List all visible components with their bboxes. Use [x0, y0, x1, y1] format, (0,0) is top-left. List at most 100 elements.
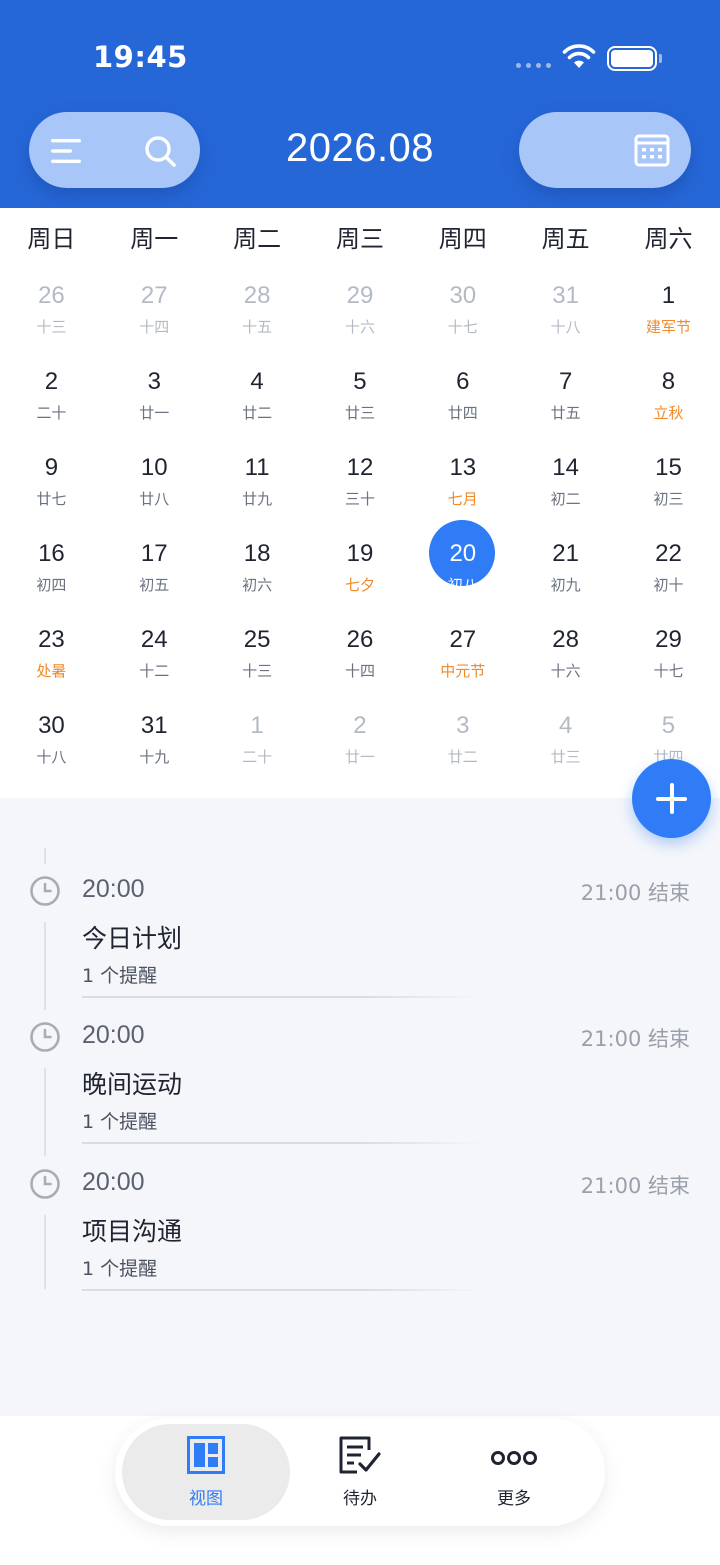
weekday-label: 周五 — [541, 224, 590, 253]
event-reminder: 1 个提醒 — [82, 1111, 158, 1133]
calendar-day[interactable]: 6 廿四 — [411, 364, 514, 450]
day-lunar-label: 初五 — [139, 576, 170, 594]
event-item[interactable]: 20:00 21:00 结束 晚间运动 1 个提醒 — [0, 1021, 720, 1168]
calendar-icon[interactable] — [634, 133, 670, 167]
calendar-day[interactable]: 15 初三 — [617, 450, 720, 536]
calendar-day[interactable]: 30 十七 — [411, 278, 514, 364]
day-lunar-label: 廿四 — [447, 404, 478, 422]
month-calendar: 周日 周一 周二 周三 周四 周五 周六 26 十三 27 十四 28 十五 29 十六 30 十… — [0, 208, 720, 798]
calendar-day[interactable]: 1 建军节 — [617, 278, 720, 364]
day-lunar-label: 廿九 — [242, 490, 273, 508]
calendar-day[interactable]: 25 十三 — [206, 622, 309, 708]
day-lunar-label: 十八 — [550, 318, 581, 336]
calendar-day[interactable]: 31 十八 — [514, 278, 617, 364]
calendar-day[interactable]: 17 初五 — [103, 536, 206, 622]
day-number: 5 — [661, 712, 676, 739]
calendar-day-selected[interactable]: 20 初八 — [411, 520, 514, 622]
day-number: 21 — [552, 540, 579, 567]
calendar-day[interactable]: 4 廿二 — [206, 364, 309, 450]
day-lunar-label: 廿五 — [550, 404, 581, 422]
calendar-day[interactable]: 22 初十 — [617, 536, 720, 622]
calendar-day[interactable]: 4 廿三 — [514, 708, 617, 794]
nav-tab-todo[interactable]: 待办 — [300, 1436, 420, 1509]
day-number: 6 — [456, 368, 470, 395]
calendar-day[interactable]: 23 处暑 — [0, 622, 103, 708]
calendar-pill[interactable] — [519, 112, 691, 188]
calendar-day[interactable]: 5 廿三 — [309, 364, 412, 450]
day-number: 16 — [38, 540, 65, 567]
calendar-day[interactable]: 24 十二 — [103, 622, 206, 708]
day-lunar-label: 廿一 — [139, 404, 170, 422]
calendar-day[interactable]: 30 十八 — [0, 708, 103, 794]
event-item[interactable]: 20:00 21:00 结束 项目沟通 1 个提醒 — [0, 1168, 720, 1315]
day-number: 30 — [38, 712, 65, 739]
calendar-day[interactable]: 16 初四 — [0, 536, 103, 622]
day-number: 2 — [353, 712, 367, 739]
day-lunar-label: 十四 — [139, 318, 170, 336]
timeline-line — [44, 848, 46, 864]
calendar-day[interactable]: 26 十三 — [0, 278, 103, 364]
day-number: 28 — [552, 626, 579, 653]
calendar-day[interactable]: 18 初六 — [206, 536, 309, 622]
event-end-time: 21:00 结束 — [580, 1174, 690, 1198]
add-event-button[interactable] — [632, 759, 711, 838]
day-lunar-label: 廿一 — [344, 748, 375, 766]
day-number: 4 — [250, 368, 264, 395]
todo-icon — [339, 1436, 381, 1474]
calendar-day[interactable]: 26 十四 — [309, 622, 412, 708]
cellular-signal-icon — [516, 63, 551, 68]
calendar-day[interactable]: 11 廿九 — [206, 450, 309, 536]
calendar-day[interactable]: 10 廿八 — [103, 450, 206, 536]
day-lunar-label: 十六 — [550, 662, 581, 680]
day-number: 11 — [244, 454, 270, 481]
day-number: 13 — [449, 454, 477, 481]
event-start-time: 20:00 — [82, 875, 145, 903]
calendar-day[interactable]: 28 十六 — [514, 622, 617, 708]
nav-tab-more[interactable]: 更多 — [454, 1436, 574, 1509]
calendar-day[interactable]: 2 廿一 — [309, 708, 412, 794]
event-reminder: 1 个提醒 — [82, 1258, 158, 1280]
day-number: 1 — [250, 712, 264, 739]
day-number: 17 — [140, 540, 168, 567]
nav-label: 待办 — [343, 1489, 377, 1509]
day-number: 22 — [655, 540, 682, 567]
weekday-label: 周二 — [233, 224, 282, 253]
calendar-day[interactable]: 9 廿七 — [0, 450, 103, 536]
calendar-day[interactable]: 28 十五 — [206, 278, 309, 364]
status-time: 19:45 — [93, 40, 188, 74]
calendar-day[interactable]: 27 中元节 — [411, 622, 514, 708]
calendar-day[interactable]: 7 廿五 — [514, 364, 617, 450]
calendar-day[interactable]: 19 七夕 — [309, 536, 412, 622]
calendar-day[interactable]: 1 二十 — [206, 708, 309, 794]
calendar-day[interactable]: 8 立秋 — [617, 364, 720, 450]
more-icon — [491, 1451, 537, 1465]
calendar-day[interactable]: 12 三十 — [309, 450, 412, 536]
calendar-day[interactable]: 29 十六 — [309, 278, 412, 364]
day-lunar-label: 十七 — [653, 662, 684, 680]
calendar-day[interactable]: 31 十九 — [103, 708, 206, 794]
day-number: 20 — [449, 540, 477, 567]
day-festival-label: 中元节 — [440, 662, 486, 680]
calendar-week-row: 23 处暑 24 十二 25 十三 26 十四 27 中元节 28 十六 29 十七 — [0, 622, 720, 708]
nav-tab-view[interactable]: 视图 — [146, 1436, 266, 1509]
event-item[interactable]: 20:00 21:00 结束 今日计划 1 个提醒 — [0, 875, 720, 1022]
calendar-day[interactable]: 14 初二 — [514, 450, 617, 536]
weekday-label: 周一 — [130, 224, 179, 253]
calendar-day[interactable]: 27 十四 — [103, 278, 206, 364]
calendar-day[interactable]: 3 廿一 — [103, 364, 206, 450]
day-number: 12 — [346, 454, 374, 481]
calendar-day[interactable]: 21 初九 — [514, 536, 617, 622]
weekday-header: 周日 周一 周二 周三 周四 周五 周六 — [0, 208, 720, 264]
header-bar: 19:45 2026.08 — [0, 0, 720, 208]
calendar-day[interactable]: 29 十七 — [617, 622, 720, 708]
day-lunar-label: 十七 — [447, 318, 478, 336]
day-festival-label: 七月 — [447, 490, 478, 508]
calendar-week-row: 26 十三 27 十四 28 十五 29 十六 30 十七 31 十八 1 建军节 — [0, 278, 720, 364]
day-number: 1 — [661, 282, 676, 309]
day-number: 31 — [552, 282, 579, 309]
view-grid-icon — [187, 1436, 225, 1474]
calendar-day[interactable]: 3 廿二 — [411, 708, 514, 794]
day-lunar-label: 三十 — [344, 490, 375, 508]
day-lunar-label: 初六 — [242, 576, 273, 594]
calendar-day[interactable]: 2 二十 — [0, 364, 103, 450]
